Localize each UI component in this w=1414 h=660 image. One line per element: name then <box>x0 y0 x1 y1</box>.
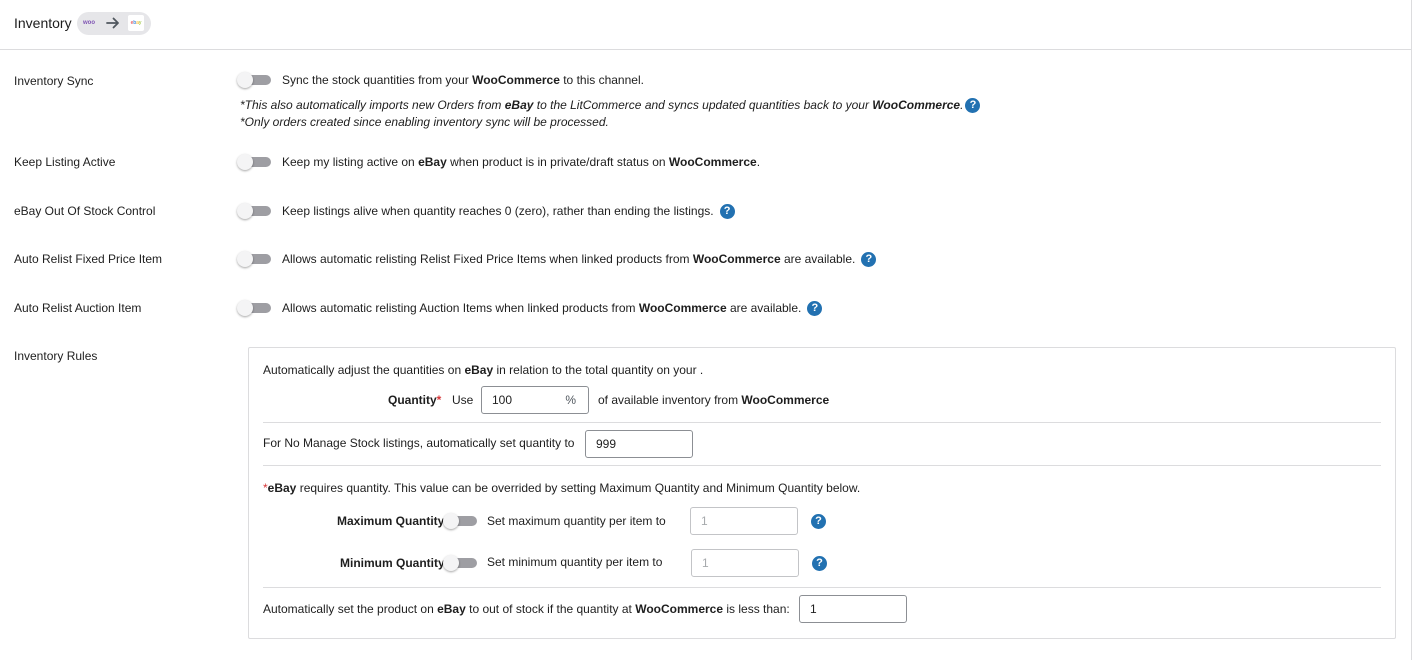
auto-relist-auction-label: Auto Relist Auction Item <box>14 301 142 315</box>
page-title: Inventory <box>14 15 72 31</box>
help-icon[interactable]: ? <box>965 98 981 114</box>
minimum-quantity-toggle[interactable] <box>443 555 477 571</box>
maximum-quantity-input[interactable]: 1 <box>690 507 798 535</box>
woocommerce-logo-icon: woo <box>83 20 95 26</box>
maximum-quantity-label: Maximum Quantity <box>337 514 445 528</box>
percent-suffix: % <box>565 393 576 407</box>
auto-relist-fixed-toggle[interactable] <box>237 251 271 267</box>
arrow-right-icon <box>106 17 119 29</box>
inventory-rules-label: Inventory Rules <box>14 349 98 363</box>
no-manage-stock-quantity-input[interactable]: 999 <box>585 430 693 458</box>
ebay-logo-icon: ebay <box>128 15 144 31</box>
out-of-stock-control-label: eBay Out Of Stock Control <box>14 204 156 218</box>
quantity-label: Quantity* <box>388 393 442 407</box>
inventory-sync-note-2: *Only orders created since enabling inve… <box>240 115 609 129</box>
maximum-quantity-description: Set maximum quantity per item to <box>487 514 666 528</box>
panel-border <box>1411 0 1412 660</box>
quantity-source-text: of available inventory from WooCommerce <box>598 393 830 407</box>
inventory-sync-label: Inventory Sync <box>14 74 94 88</box>
minimum-quantity-input[interactable]: 1 <box>691 549 799 577</box>
keep-listing-active-description: Keep my listing active on eBay when prod… <box>282 155 761 169</box>
no-manage-stock-label: For No Manage Stock listings, automatica… <box>263 436 575 450</box>
ebay-requires-quantity-note: *eBay requires quantity. This value can … <box>263 481 861 495</box>
minimum-quantity-description: Set minimum quantity per item to <box>487 555 663 569</box>
auto-relist-fixed-label: Auto Relist Fixed Price Item <box>14 252 163 266</box>
help-icon[interactable]: ? <box>811 514 826 529</box>
quantity-percent-input[interactable]: 100% <box>481 386 589 414</box>
help-icon[interactable]: ? <box>719 204 735 220</box>
maximum-quantity-toggle[interactable] <box>443 513 477 529</box>
settings-header: Inventory woo ebay <box>0 0 1411 50</box>
help-icon[interactable]: ? <box>807 301 823 317</box>
help-icon[interactable]: ? <box>861 252 877 268</box>
keep-listing-active-toggle[interactable] <box>237 154 271 170</box>
out-of-stock-control-toggle[interactable] <box>237 203 271 219</box>
use-label: Use <box>452 393 474 407</box>
minimum-quantity-label: Minimum Quantity <box>340 556 445 570</box>
help-icon[interactable]: ? <box>812 556 827 571</box>
out-of-stock-threshold-input[interactable]: 1 <box>799 595 907 623</box>
rules-intro: Automatically adjust the quantities on e… <box>263 363 704 377</box>
inventory-rules-panel: Automatically adjust the quantities on e… <box>248 347 1396 639</box>
divider <box>263 465 1381 466</box>
keep-listing-active-label: Keep Listing Active <box>14 155 116 169</box>
channel-direction-badge: woo ebay <box>77 12 151 35</box>
inventory-sync-note: *This also automatically imports new Ord… <box>240 98 981 114</box>
divider <box>263 587 1381 588</box>
out-of-stock-threshold-label: Automatically set the product on eBay to… <box>263 602 790 616</box>
inventory-sync-description: Sync the stock quantities from your WooC… <box>282 73 644 87</box>
auto-relist-auction-toggle[interactable] <box>237 300 271 316</box>
inventory-sync-toggle[interactable] <box>237 72 271 88</box>
divider <box>263 422 1381 423</box>
auto-relist-auction-description: Allows automatic relisting Auction Items… <box>282 301 823 317</box>
out-of-stock-control-description: Keep listings alive when quantity reache… <box>282 204 735 220</box>
auto-relist-fixed-description: Allows automatic relisting Relist Fixed … <box>282 252 877 268</box>
